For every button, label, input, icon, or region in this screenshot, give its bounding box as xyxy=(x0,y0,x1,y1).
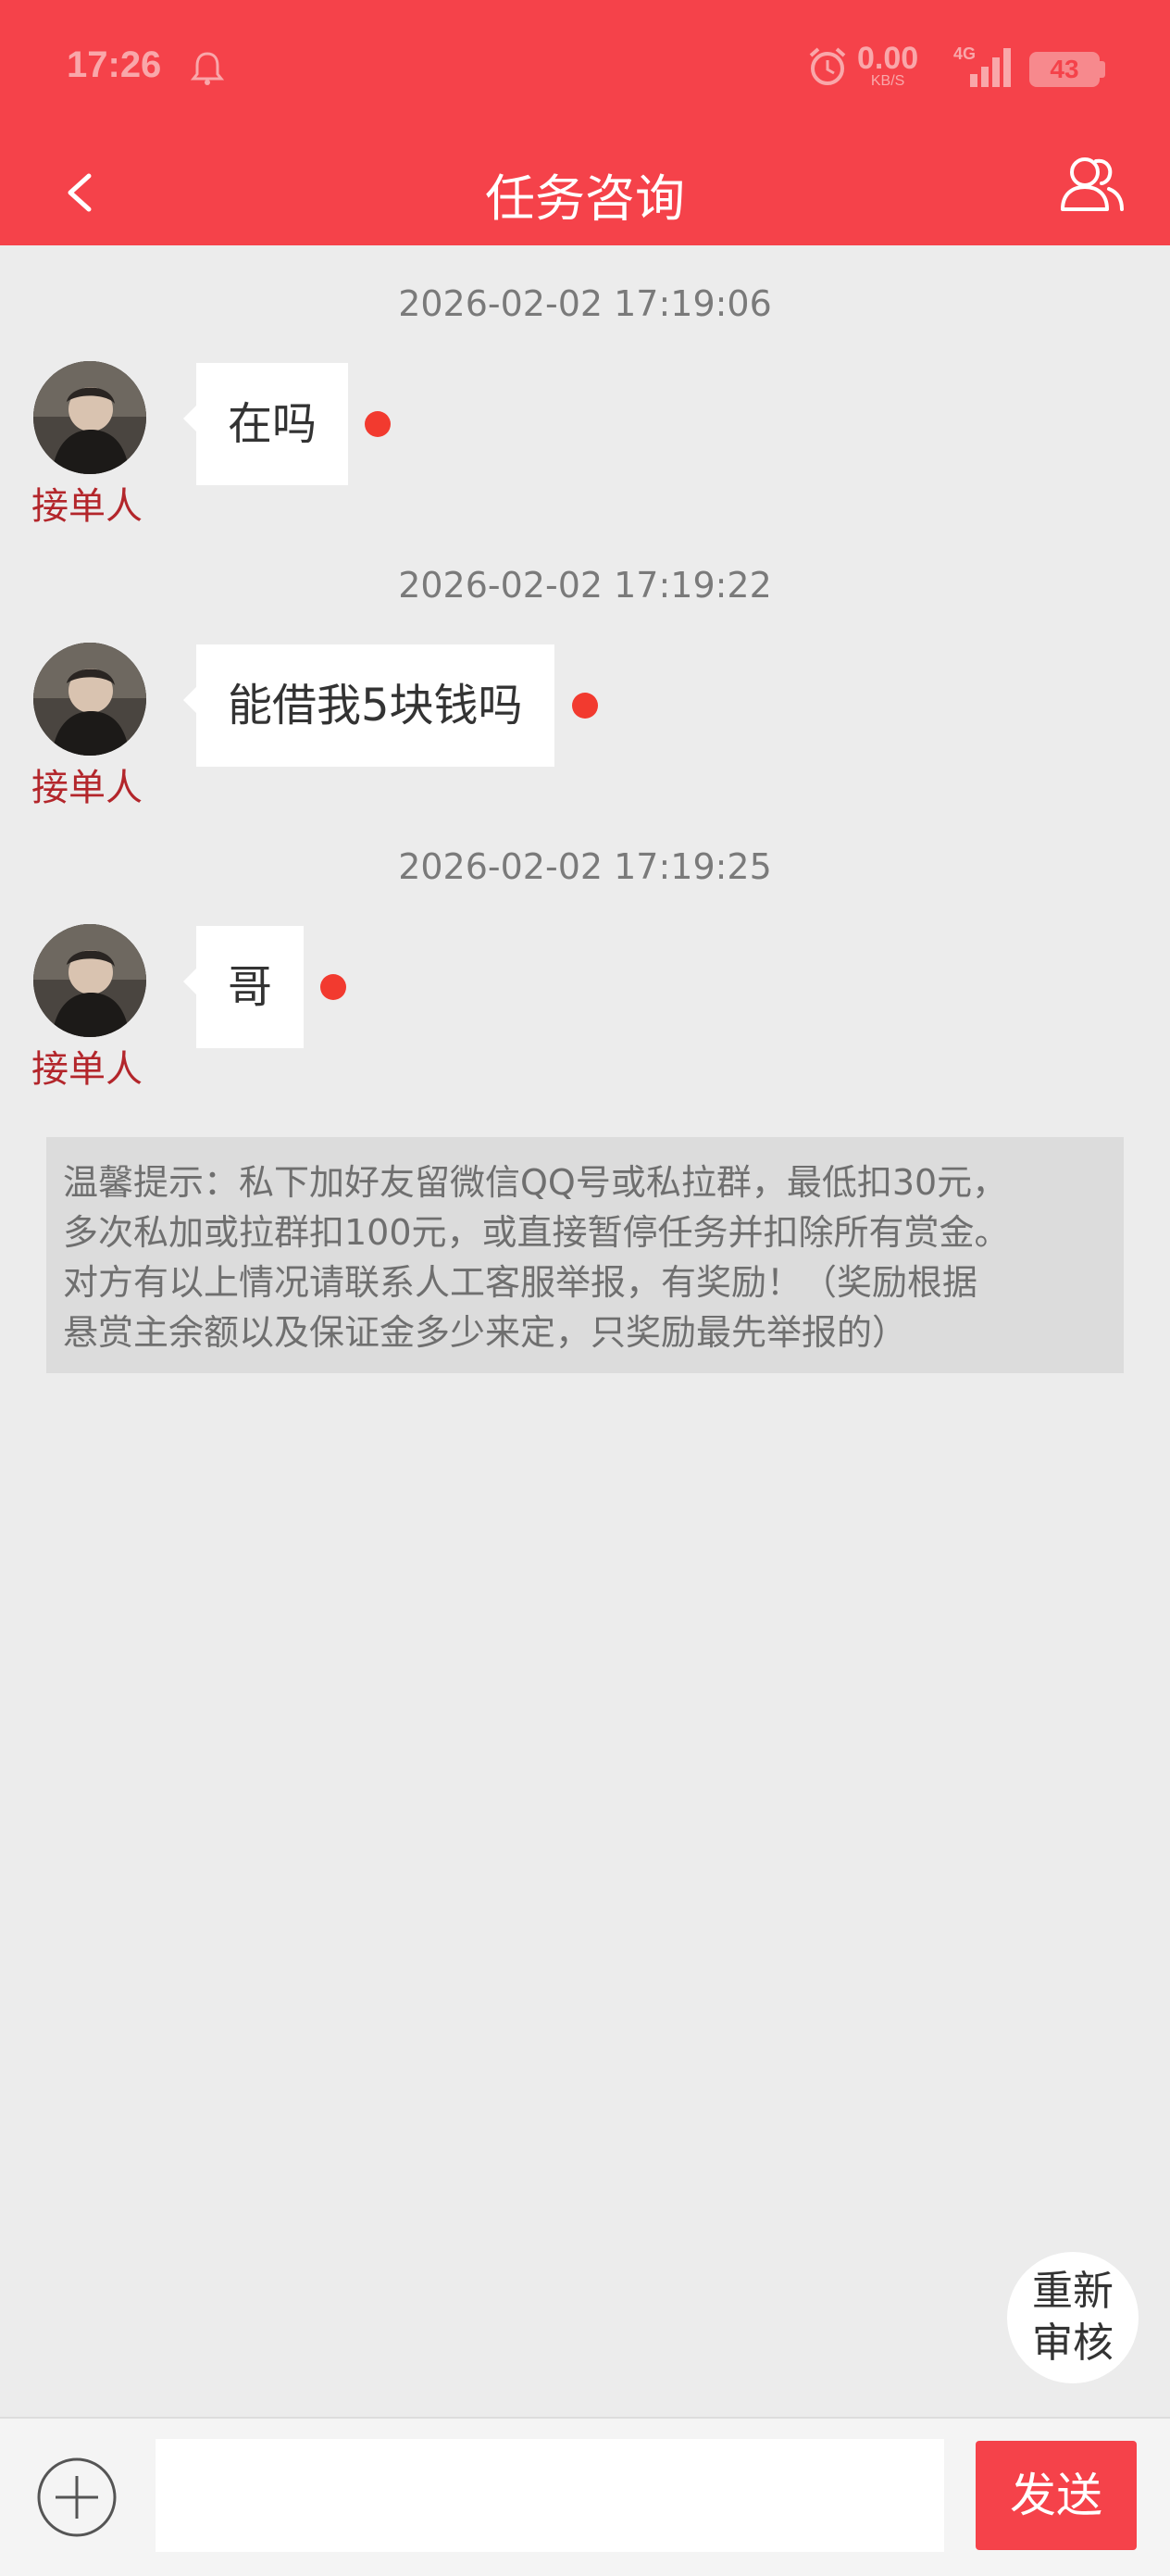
message-bubble[interactable]: 在吗 xyxy=(182,363,349,485)
tip-line: 温馨提示：私下加好友留微信QQ号或私拉群，最低扣30元， xyxy=(63,1162,1008,1203)
message-timestamp: 2026-02-02 17:19:06 xyxy=(398,283,772,324)
warning-tip: 温馨提示：私下加好友留微信QQ号或私拉群，最低扣30元， 多次私加或拉群扣100… xyxy=(46,1137,1124,1373)
network-speed: 0.00 KB/S xyxy=(857,43,918,89)
message-timestamp: 2026-02-02 17:19:22 xyxy=(398,565,772,606)
avatar[interactable] xyxy=(33,361,146,474)
sender-label: 接单人 xyxy=(31,1048,143,1091)
user-icon[interactable] xyxy=(1055,148,1129,222)
page-title: 任务咨询 xyxy=(485,169,685,228)
avatar[interactable] xyxy=(33,643,146,756)
send-button[interactable]: 发送 xyxy=(976,2441,1137,2550)
status-bar: 17:26 0.00 KB/S 4G 43 xyxy=(0,0,1170,139)
sender-label: 接单人 xyxy=(31,485,143,528)
message-bubble[interactable]: 能借我5块钱吗 xyxy=(183,644,554,767)
alarm-icon xyxy=(809,47,846,85)
signal-icon xyxy=(970,48,1011,87)
tip-line: 多次私加或拉群扣100元，或直接暂停任务并扣除所有赏金。 xyxy=(63,1212,1010,1253)
tip-line: 对方有以上情况请联系人工客服举报，有奖励！（奖励根据 xyxy=(63,1262,978,1303)
network-speed-unit: KB/S xyxy=(870,73,905,89)
notification-icon xyxy=(191,52,224,85)
message-timestamp: 2026-02-02 17:19:25 xyxy=(398,846,772,887)
message-bubble[interactable]: 哥 xyxy=(182,926,305,1048)
unread-dot xyxy=(572,693,598,719)
battery-level: 43 xyxy=(1050,55,1079,83)
unread-dot xyxy=(320,974,346,1000)
avatar-image xyxy=(33,361,146,474)
unread-dot xyxy=(365,411,391,437)
tip-line: 悬赏主余额以及保证金多少来定，只奖励最先举报的） xyxy=(63,1312,908,1353)
recheck-label-line2: 审核 xyxy=(1032,2320,1114,2367)
avatar-image xyxy=(33,924,146,1037)
avatar-image xyxy=(33,643,146,756)
message-input[interactable] xyxy=(156,2439,944,2552)
plus-icon[interactable] xyxy=(35,2456,118,2539)
recheck-button[interactable]: 重新 审核 xyxy=(1007,2252,1139,2383)
status-time: 17:26 xyxy=(67,44,162,85)
network-speed-value: 0.00 xyxy=(857,41,919,76)
recheck-label-line1: 重新 xyxy=(1032,2268,1114,2315)
battery-tip xyxy=(1100,61,1105,78)
app-header: 17:26 0.00 KB/S 4G 43 任务咨询 xyxy=(0,0,1170,245)
sender-label: 接单人 xyxy=(31,767,143,809)
avatar[interactable] xyxy=(33,924,146,1037)
